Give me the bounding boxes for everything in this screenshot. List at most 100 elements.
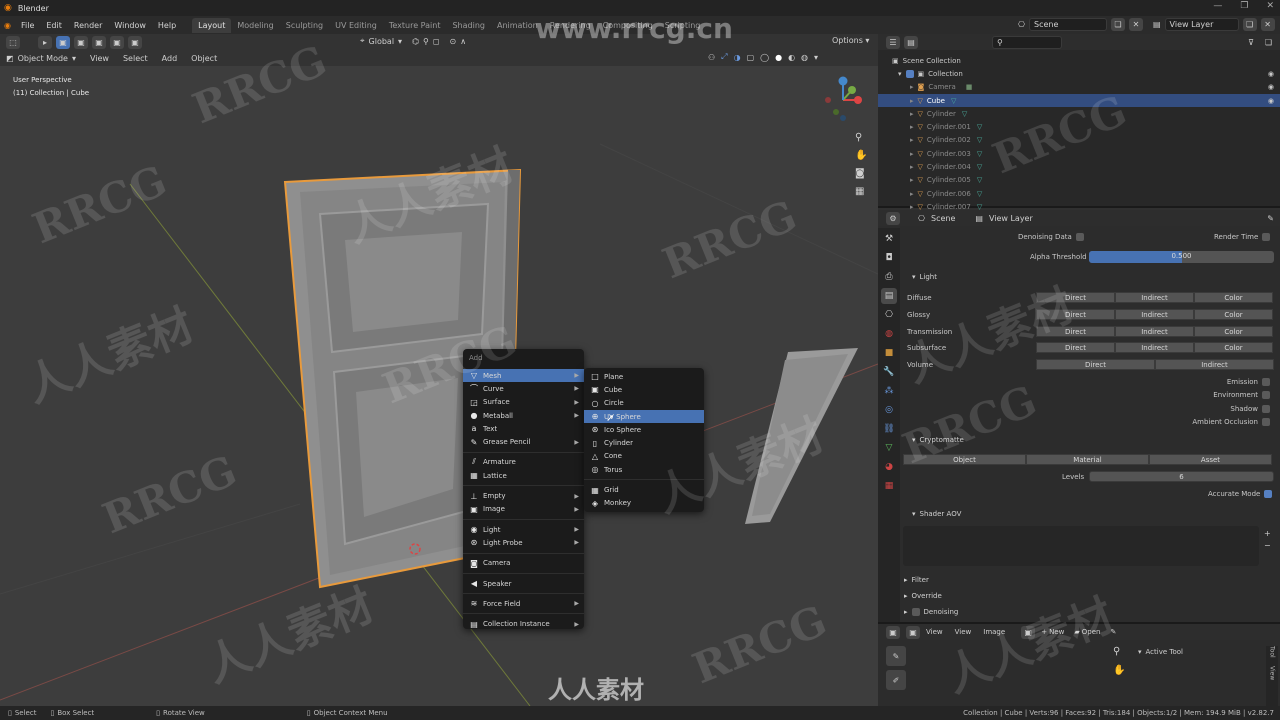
- filter-section-header[interactable]: ▸ Filter: [904, 576, 929, 584]
- expand-icon[interactable]: ▸: [910, 110, 914, 118]
- tab-compositing[interactable]: Compositing: [597, 18, 659, 33]
- browse-image-icon[interactable]: ▣: [1021, 625, 1036, 639]
- maximize-icon[interactable]: ❐: [1240, 1, 1248, 11]
- mesh-item-ico-sphere[interactable]: ⊛ Ico Sphere: [584, 423, 704, 436]
- add-menu-item-image[interactable]: ▣ Image ▶: [463, 503, 584, 516]
- collection-row[interactable]: ▾ ▣ Collection ◉: [878, 67, 1280, 80]
- scene-tab-icon[interactable]: ⎔: [881, 307, 897, 323]
- solid-shading-icon[interactable]: ●: [775, 53, 782, 62]
- material-tab-icon[interactable]: ◕: [881, 459, 897, 475]
- add-menu-item-lattice[interactable]: ▦ Lattice: [463, 469, 584, 482]
- render-time-checkbox[interactable]: [1262, 233, 1271, 241]
- render-tab-icon[interactable]: ◘: [881, 250, 897, 266]
- remove-icon[interactable]: −: [1264, 540, 1271, 552]
- mesh-item-torus[interactable]: ◎ Torus: [584, 463, 704, 476]
- accurate-mode-checkbox[interactable]: [1264, 490, 1273, 498]
- tab-animation[interactable]: Animation: [491, 18, 544, 33]
- world-tab-icon[interactable]: ◍: [881, 326, 897, 342]
- expand-icon[interactable]: ▸: [910, 190, 914, 198]
- light-subsurface-color-toggle[interactable]: Color: [1194, 342, 1273, 353]
- expand-icon[interactable]: ▸: [910, 83, 914, 91]
- mesh-item-monkey[interactable]: ◈ Monkey: [584, 497, 704, 510]
- camera-view-icon[interactable]: ◙: [855, 168, 867, 179]
- close-icon[interactable]: ✕: [1266, 1, 1274, 11]
- add-menu-item-empty[interactable]: ⊥ Empty ▶: [463, 489, 584, 502]
- pan-hand-icon[interactable]: ✋: [855, 150, 867, 161]
- light-transmission-direct-toggle[interactable]: Direct: [1036, 326, 1115, 337]
- light-glossy-direct-toggle[interactable]: Direct: [1036, 309, 1115, 320]
- snap-target-icon[interactable]: ◻: [433, 37, 440, 46]
- add-menu-item-collection-instance[interactable]: ▤ Collection Instance ▶: [463, 617, 584, 630]
- alpha-threshold-slider[interactable]: 0.500: [1089, 251, 1274, 263]
- crypto-asset-toggle[interactable]: Asset: [1149, 454, 1272, 465]
- active-tool-panel[interactable]: ▾ Active Tool: [1138, 648, 1183, 656]
- light-volume-direct-toggle[interactable]: Direct: [1036, 359, 1155, 370]
- eye-icon[interactable]: ◉: [1268, 70, 1274, 78]
- eye-icon[interactable]: ◉: [1268, 83, 1274, 91]
- light-glossy-color-toggle[interactable]: Color: [1194, 309, 1273, 320]
- add-menu-item-camera[interactable]: ◙ Camera: [463, 557, 584, 570]
- light-volume-indirect-toggle[interactable]: Indirect: [1155, 359, 1274, 370]
- add-menu-item-speaker[interactable]: ◀ Speaker: [463, 577, 584, 590]
- emission-checkbox[interactable]: [1262, 378, 1270, 386]
- new-collection-icon[interactable]: ❏: [1265, 38, 1272, 47]
- menu-edit[interactable]: Edit: [40, 21, 68, 30]
- particles-tab-icon[interactable]: ⁂: [881, 383, 897, 399]
- image-editor-type-icon[interactable]: ▣: [886, 625, 900, 639]
- select-tool-icon[interactable]: ▸: [38, 35, 52, 49]
- add-menu-item-force-field[interactable]: ≋ Force Field ▶: [463, 597, 584, 610]
- select-mode-extend-icon[interactable]: ▣: [74, 35, 88, 49]
- light-diffuse-color-toggle[interactable]: Color: [1194, 292, 1273, 303]
- mesh-item-cone[interactable]: △ Cone: [584, 450, 704, 463]
- menu-file[interactable]: File: [15, 21, 40, 30]
- select-mode-invert-icon[interactable]: ▣: [110, 35, 124, 49]
- image-menu[interactable]: Image: [983, 628, 1005, 636]
- wireframe-shading-icon[interactable]: ◯: [760, 53, 769, 62]
- pan-hand-icon[interactable]: ✋: [1113, 665, 1125, 676]
- scene-collection-row[interactable]: ▣ Scene Collection: [878, 54, 1280, 67]
- expand-icon[interactable]: ▸: [910, 163, 914, 171]
- tab-layout[interactable]: Layout: [192, 17, 232, 33]
- select-mode-intersect-icon[interactable]: ▣: [128, 35, 142, 49]
- overlay-icon[interactable]: ◑: [734, 53, 741, 62]
- snap-icon[interactable]: ⚲: [423, 37, 429, 46]
- eye-icon[interactable]: ◉: [1268, 97, 1274, 105]
- outliner-item-cylinder-003[interactable]: ▸ ▽ Cylinder.003 ▽: [878, 147, 1280, 160]
- blender-menu-icon[interactable]: ◉: [4, 21, 11, 30]
- collection-checkbox[interactable]: [905, 69, 914, 78]
- outliner-item-cylinder[interactable]: ▸ ▽ Cylinder ▽: [878, 107, 1280, 120]
- filter-icon[interactable]: ⊽: [1248, 38, 1254, 47]
- pin-icon[interactable]: ✎: [1267, 214, 1274, 223]
- outliner-item-cube[interactable]: ▸ ▽ Cube ▽ ◉: [878, 93, 1280, 108]
- scene-field[interactable]: Scene: [1028, 18, 1107, 31]
- pivot-icon[interactable]: ⌬: [412, 37, 419, 46]
- mesh-item-uv-sphere[interactable]: ⊕ UV Sphere: [584, 409, 704, 424]
- expand-icon[interactable]: ▸: [910, 123, 914, 131]
- sample-tool-icon[interactable]: ✎: [886, 646, 906, 666]
- mesh-item-cube[interactable]: ▣ Cube: [584, 383, 704, 396]
- light-transmission-indirect-toggle[interactable]: Indirect: [1115, 326, 1194, 337]
- open-image-button[interactable]: ▰ Open: [1074, 628, 1100, 636]
- tab-modeling[interactable]: Modeling: [231, 18, 279, 33]
- new-scene-icon[interactable]: ❏: [1110, 18, 1125, 31]
- view-object-types-icon[interactable]: ⚇: [708, 53, 715, 62]
- light-diffuse-indirect-toggle[interactable]: Indirect: [1115, 292, 1194, 303]
- image-view-mode-icon[interactable]: ▣: [906, 625, 920, 639]
- denoising-data-checkbox[interactable]: [1075, 233, 1084, 241]
- tab-texture-paint[interactable]: Texture Paint: [383, 18, 447, 33]
- menu-help[interactable]: Help: [152, 21, 182, 30]
- view-layer-tab-icon[interactable]: ▤: [881, 288, 897, 304]
- mesh-item-cylinder[interactable]: ▯ Cylinder: [584, 436, 704, 449]
- light-subsurface-indirect-toggle[interactable]: Indirect: [1115, 342, 1194, 353]
- add-icon[interactable]: +: [1264, 528, 1271, 540]
- add-menu-item-text[interactable]: a Text: [463, 422, 584, 435]
- display-mode-icon[interactable]: ▤: [904, 35, 918, 49]
- orientation-dropdown[interactable]: Global: [369, 37, 395, 46]
- outliner-item-cylinder-005[interactable]: ▸ ▽ Cylinder.005 ▽: [878, 174, 1280, 187]
- add-menu-item-surface[interactable]: ◲ Surface ▶: [463, 396, 584, 409]
- denoising-checkbox[interactable]: [911, 608, 920, 616]
- physics-tab-icon[interactable]: ◎: [881, 402, 897, 418]
- annotate-tool-icon[interactable]: ✐: [886, 670, 906, 690]
- override-section-header[interactable]: ▸ Override: [904, 592, 942, 600]
- mesh-item-circle[interactable]: ○ Circle: [584, 397, 704, 410]
